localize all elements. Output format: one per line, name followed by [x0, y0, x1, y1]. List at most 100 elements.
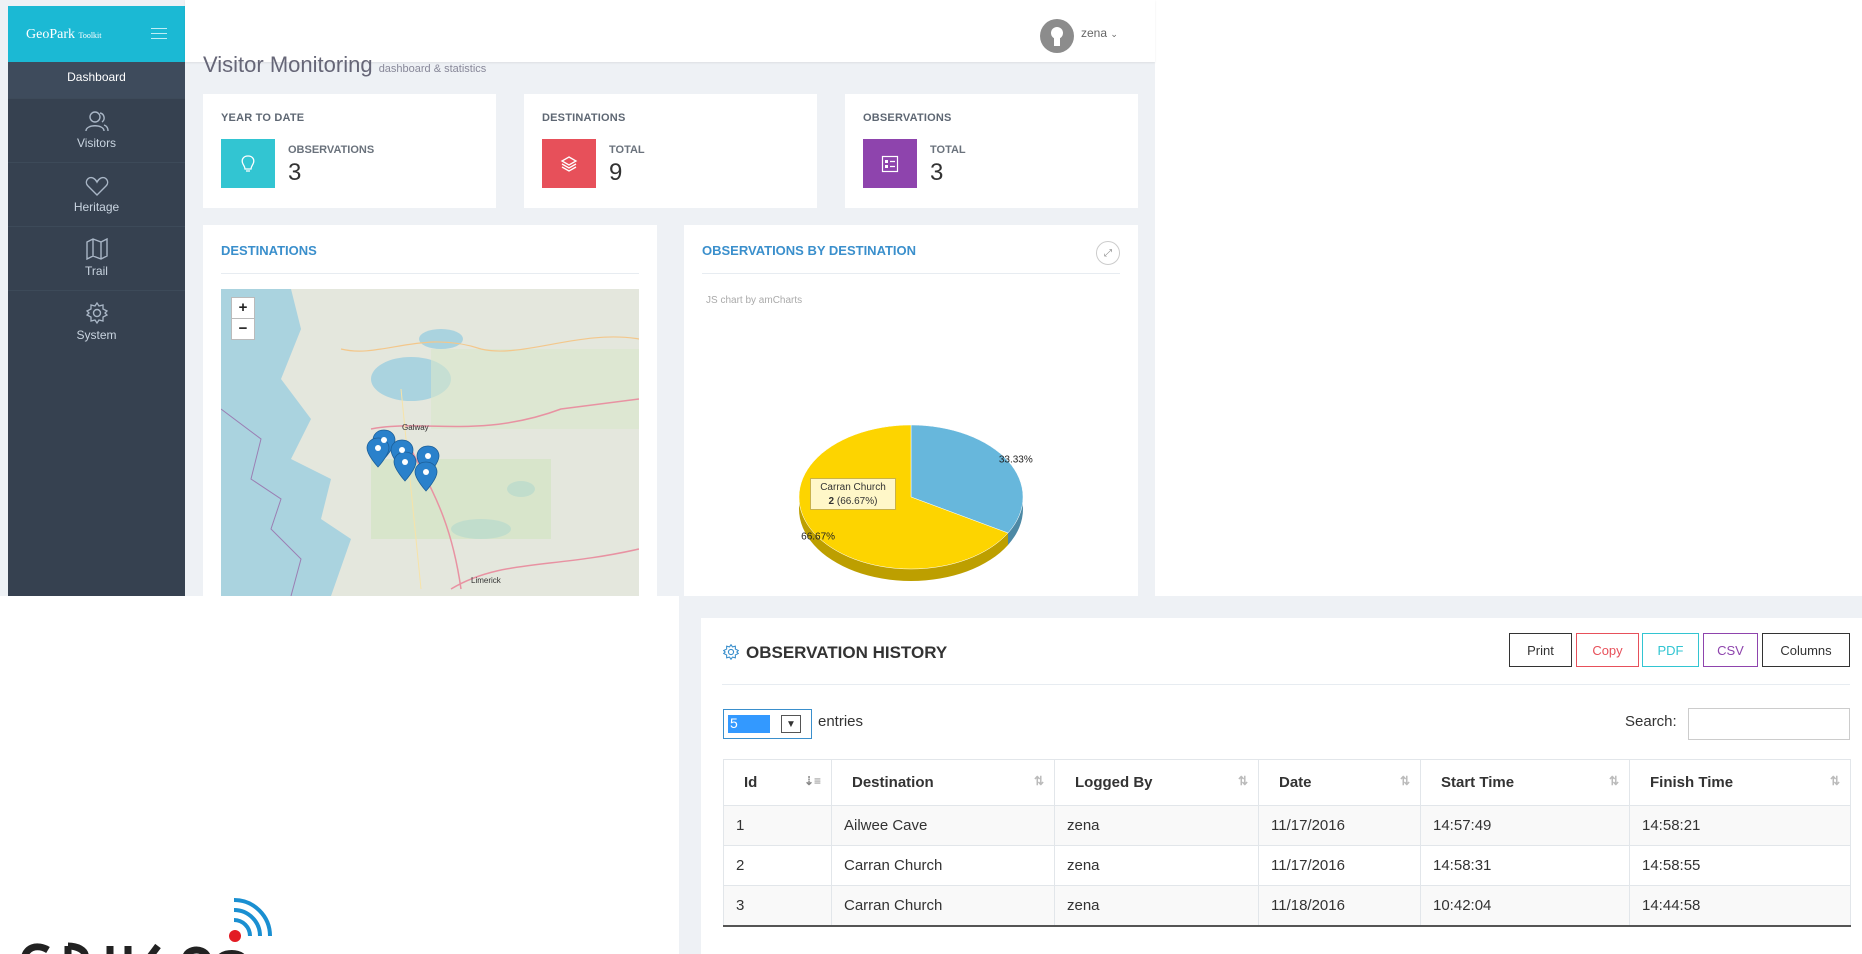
stat-caption: OBSERVATIONS [863, 112, 952, 124]
chevron-down-icon: ⌄ [1110, 29, 1118, 39]
panel-title: OBSERVATIONS BY DESTINATION [702, 243, 917, 258]
map-icon [8, 234, 185, 260]
cell-logged-by: zena [1054, 845, 1259, 886]
pie-chart[interactable]: 33.33% 66.67% [684, 380, 1138, 596]
column-header-logged-by[interactable]: Logged By ⇅ [1054, 759, 1259, 806]
layers-icon [542, 139, 596, 188]
destinations-map[interactable]: + − Galway Limerick [221, 289, 639, 596]
cell-destination: Carran Church [831, 885, 1055, 927]
menu-toggle-icon[interactable] [151, 28, 167, 43]
observation-table: Id ⇣≡ Destination ⇅ Logged By ⇅ Date ⇅ Start… [723, 759, 1851, 927]
map-label-limerick: Limerick [471, 576, 501, 585]
cell-id: 1 [723, 805, 832, 846]
copy-button[interactable]: Copy [1576, 633, 1639, 667]
stat-value: 3 [288, 159, 302, 186]
csv-button[interactable]: CSV [1703, 633, 1758, 667]
search-input[interactable] [1688, 708, 1850, 740]
column-header-date[interactable]: Date ⇅ [1258, 759, 1421, 806]
stat-caption: DESTINATIONS [542, 112, 626, 124]
table-row: 1 Ailwee Cave zena 11/17/2016 14:57:49 1… [723, 805, 1851, 846]
stat-card-year-to-date: YEAR TO DATE OBSERVATIONS 3 [203, 94, 496, 208]
heart-icon [8, 170, 185, 196]
gear-icon [8, 298, 185, 324]
cell-logged-by: zena [1054, 885, 1259, 927]
sidebar-item-label: Visitors [76, 136, 117, 150]
brand-bar: GeoPark Toolkit [8, 6, 185, 62]
sidebar-item-visitors[interactable]: Visitors [8, 106, 185, 162]
sdi4apps-logo [18, 884, 278, 954]
sort-icon: ⇅ [1033, 774, 1044, 788]
cell-start-time: 10:42:04 [1420, 885, 1630, 927]
search-label: Search: [1625, 713, 1677, 730]
cell-date: 11/17/2016 [1258, 805, 1421, 846]
cell-id: 2 [723, 845, 832, 886]
fullscreen-icon[interactable]: ⤢ [1096, 241, 1120, 265]
gear-icon [722, 643, 740, 665]
columns-button[interactable]: Columns [1762, 633, 1850, 667]
stat-card-destinations: DESTINATIONS TOTAL 9 [524, 94, 817, 208]
sidebar-item-heritage[interactable]: Heritage [8, 170, 185, 226]
cell-date: 11/18/2016 [1258, 885, 1421, 927]
pdf-button[interactable]: PDF [1642, 633, 1699, 667]
sidebar-item-label: Heritage [73, 200, 120, 214]
sidebar-item-label: Trail [85, 264, 108, 278]
cell-logged-by: zena [1054, 805, 1259, 846]
zoom-in-button[interactable]: + [231, 297, 255, 319]
sort-icon: ⇅ [1608, 774, 1619, 788]
sidebar-item-system[interactable]: System [8, 298, 185, 354]
column-header-finish-time[interactable]: Finish Time ⇅ [1629, 759, 1851, 806]
bulb-icon [221, 139, 275, 188]
history-title: OBSERVATION HISTORY [746, 643, 948, 662]
stat-value: 9 [609, 159, 623, 186]
print-button[interactable]: Print [1509, 633, 1572, 667]
sort-asc-icon: ⇣≡ [803, 774, 821, 788]
zoom-out-button[interactable]: − [231, 318, 255, 340]
username-label: zena [1081, 26, 1108, 40]
cell-finish-time: 14:58:21 [1629, 805, 1851, 846]
tooltip-title: Carran Church [820, 482, 886, 493]
sidebar-item-label: Dashboard [67, 70, 126, 84]
stat-label: TOTAL [609, 144, 645, 156]
cell-finish-time: 14:58:55 [1629, 845, 1851, 886]
cell-start-time: 14:58:31 [1420, 845, 1630, 886]
chart-tooltip: Carran Church 2 (66.67%) [810, 478, 896, 510]
stat-label: TOTAL [930, 144, 966, 156]
sidebar-item-trail[interactable]: Trail [8, 234, 185, 290]
sort-icon: ⇅ [1237, 774, 1248, 788]
cell-finish-time: 14:44:58 [1629, 885, 1851, 927]
cell-destination: Carran Church [831, 845, 1055, 886]
pie-data-label: 33.33% [999, 455, 1033, 466]
panel-title: DESTINATIONS [221, 243, 317, 258]
list-icon [863, 139, 917, 188]
users-icon [8, 106, 185, 132]
table-row: 3 Carran Church zena 11/18/2016 10:42:04… [723, 885, 1851, 927]
brand-logo[interactable]: GeoPark Toolkit [26, 27, 102, 43]
stat-caption: YEAR TO DATE [221, 112, 305, 124]
page-title: Visitor Monitoring dashboard & statistic… [203, 52, 487, 77]
user-menu[interactable]: zena ⌄ [1081, 26, 1118, 40]
cell-date: 11/17/2016 [1258, 845, 1421, 886]
tooltip-detail: (66.67%) [836, 496, 878, 507]
column-header-start-time[interactable]: Start Time ⇅ [1420, 759, 1630, 806]
chart-credit[interactable]: JS chart by amCharts [706, 295, 802, 306]
page-length-select[interactable]: 5 ▼ [723, 709, 812, 739]
avatar[interactable] [1040, 19, 1074, 53]
map-label-galway: Galway [402, 423, 429, 432]
stat-value: 3 [930, 159, 944, 186]
stat-label: OBSERVATIONS [288, 144, 375, 156]
page-length-value: 5 [728, 715, 770, 733]
column-header-destination[interactable]: Destination ⇅ [831, 759, 1055, 806]
pie-data-label: 66.67% [801, 531, 835, 542]
tooltip-value: 2 [828, 496, 835, 507]
entries-label: entries [818, 713, 864, 730]
table-row: 2 Carran Church zena 11/17/2016 14:58:31… [723, 845, 1851, 886]
sidebar-item-dashboard[interactable]: Dashboard [8, 62, 185, 98]
cell-destination: Ailwee Cave [831, 805, 1055, 846]
sidebar-item-label: System [76, 328, 117, 342]
sort-icon: ⇅ [1399, 774, 1410, 788]
stat-card-observations: OBSERVATIONS TOTAL 3 [845, 94, 1138, 208]
sort-icon: ⇅ [1829, 774, 1840, 788]
cell-start-time: 14:57:49 [1420, 805, 1630, 846]
chevron-down-icon: ▼ [781, 715, 801, 733]
column-header-id[interactable]: Id ⇣≡ [723, 759, 832, 806]
